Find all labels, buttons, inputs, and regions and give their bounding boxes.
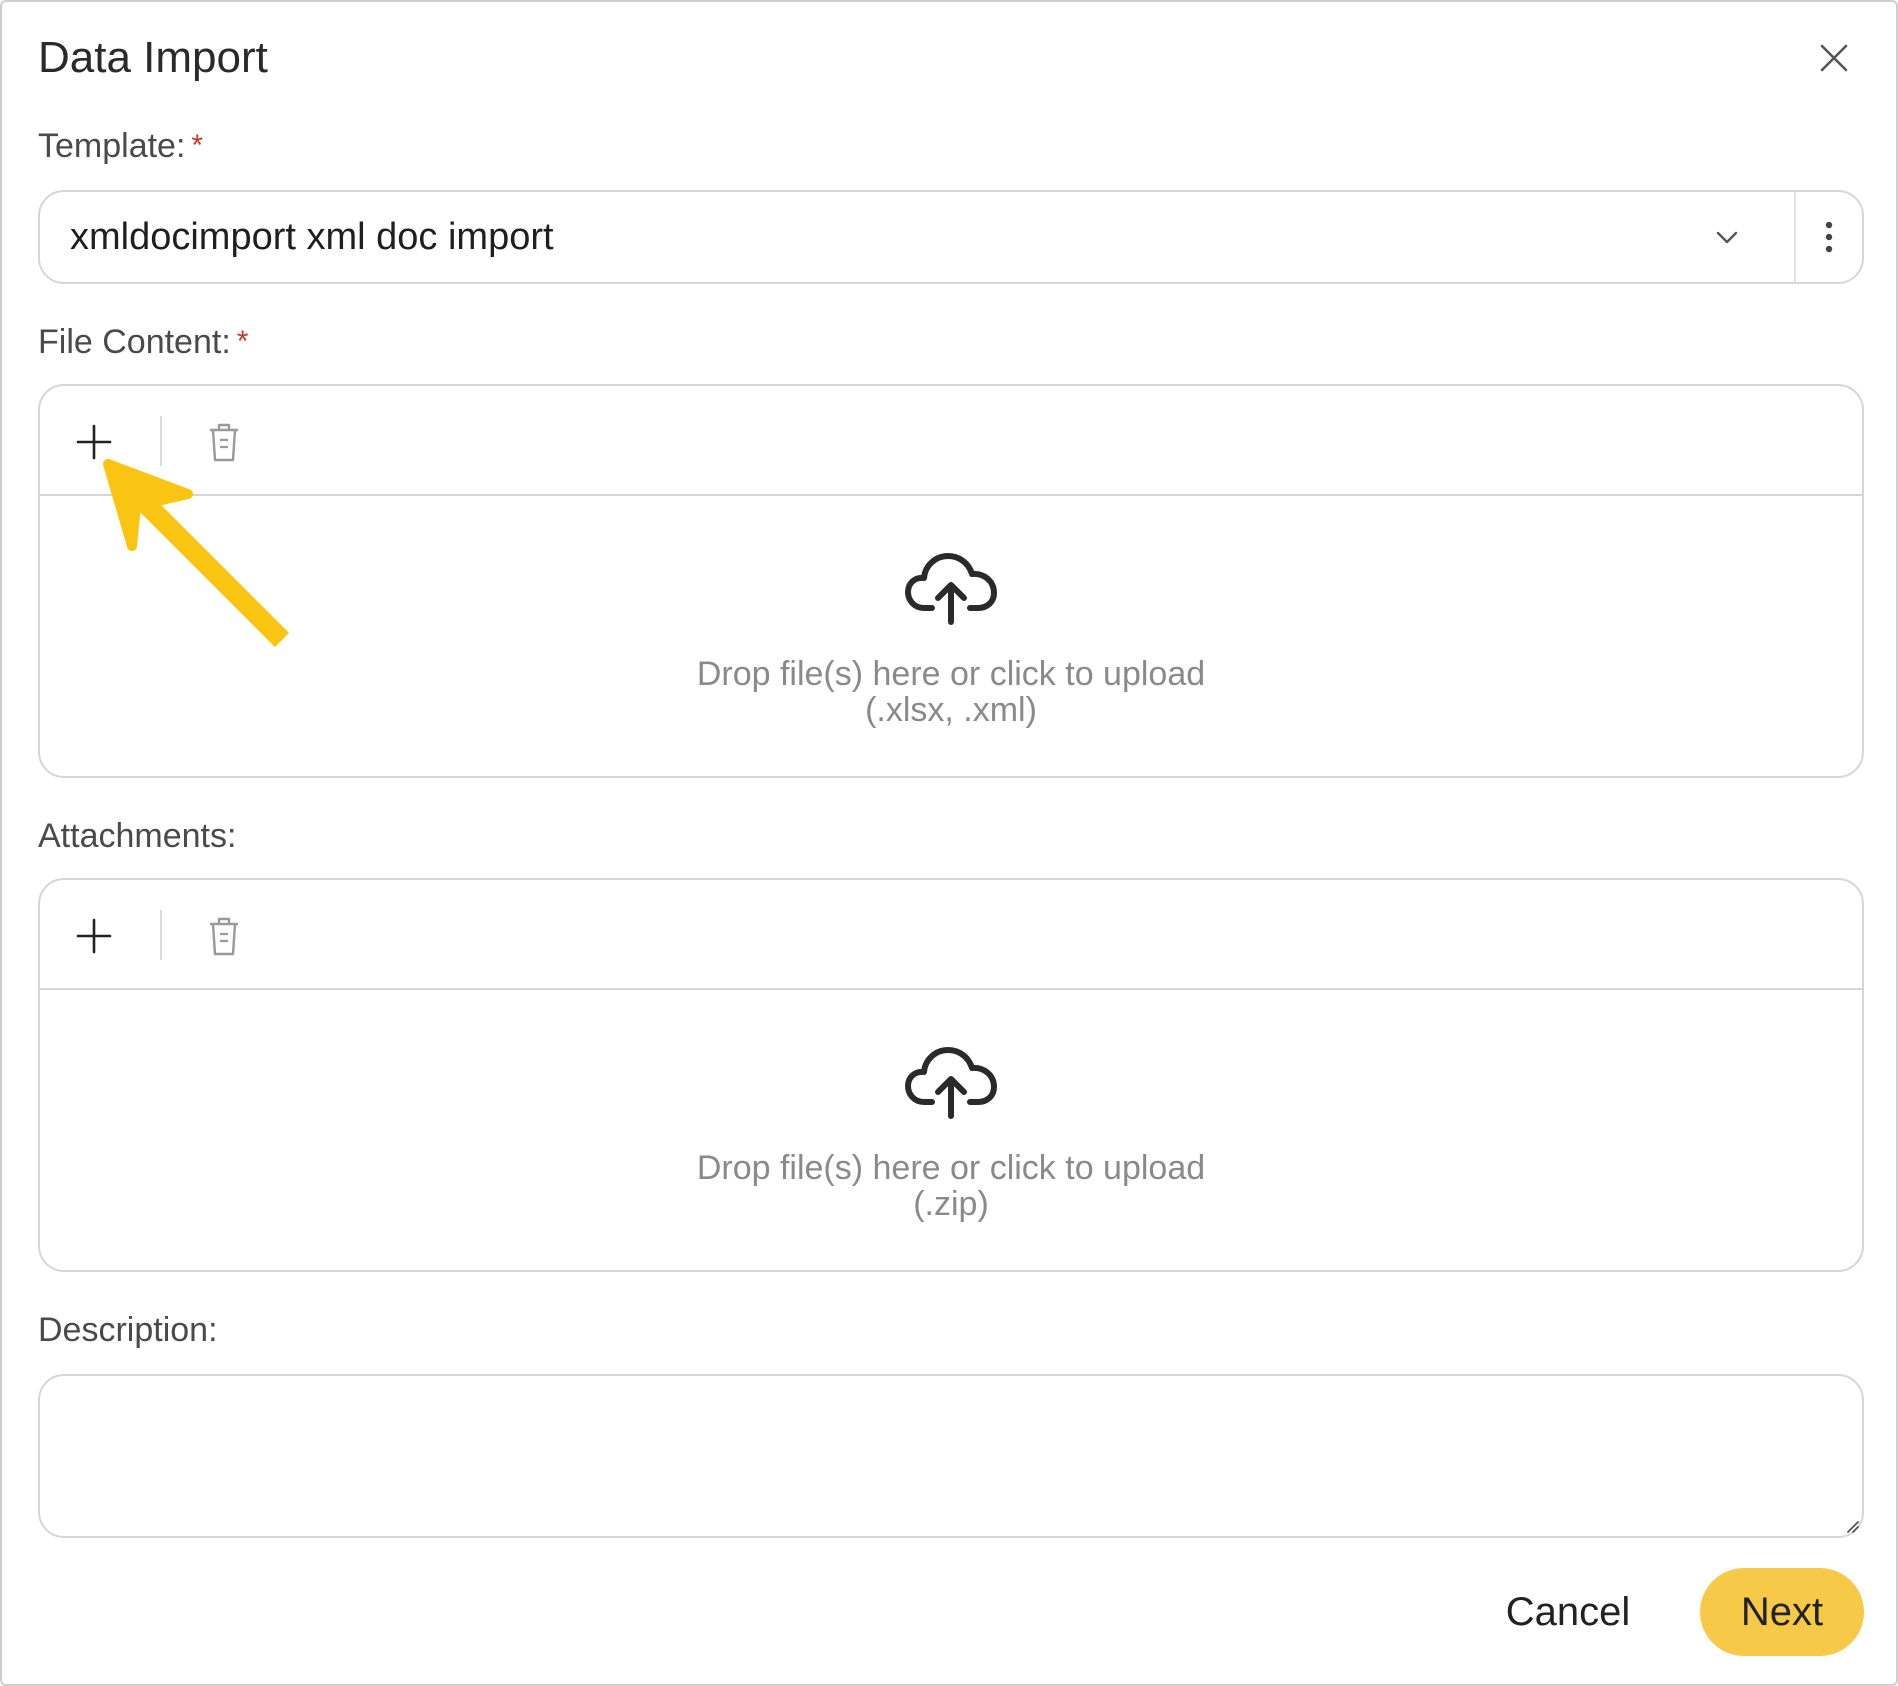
required-mark: * <box>236 325 249 358</box>
attachments-label: Attachments: <box>38 817 237 855</box>
file-content-upload: Drop file(s) here or click to upload (.x… <box>38 384 1864 778</box>
accepted-file-types: (.xlsx, .xml) <box>865 691 1037 729</box>
required-mark: * <box>191 129 204 162</box>
cloud-upload-icon <box>905 1047 997 1119</box>
file-content-label-text: File Content: <box>38 323 231 361</box>
description-label: Description: <box>38 1311 218 1349</box>
template-select-value: xmldocimport xml doc import <box>70 216 554 258</box>
more-vertical-icon[interactable] <box>1814 218 1844 256</box>
attachments-drop-zone[interactable]: Drop file(s) here or click to upload (.z… <box>40 992 1862 1272</box>
select-divider <box>1794 192 1796 282</box>
attachments-upload: Drop file(s) here or click to upload (.z… <box>38 878 1864 1272</box>
close-icon[interactable] <box>1814 38 1854 78</box>
drop-instruction: Drop file(s) here or click to upload <box>696 1149 1206 1187</box>
resize-handle-icon[interactable] <box>1842 1516 1860 1534</box>
template-label-text: Template: <box>38 127 186 165</box>
file-content-drop-zone[interactable]: Drop file(s) here or click to upload (.x… <box>40 498 1862 778</box>
upload-toolbar <box>40 386 1862 496</box>
toolbar-separator <box>160 910 162 960</box>
template-label: Template: * <box>38 124 203 168</box>
dialog-title: Data Import <box>38 33 268 82</box>
drop-instruction: Drop file(s) here or click to upload <box>696 655 1206 693</box>
trash-icon[interactable] <box>204 914 244 958</box>
plus-icon[interactable] <box>74 916 114 956</box>
file-content-label: File Content: * <box>38 320 248 364</box>
annotation-arrow-icon <box>103 459 290 648</box>
template-select[interactable]: xmldocimport xml doc import <box>38 190 1864 284</box>
upload-toolbar <box>40 880 1862 990</box>
cloud-upload-icon <box>905 553 997 625</box>
accepted-file-types: (.zip) <box>913 1185 989 1223</box>
chevron-down-icon[interactable] <box>1712 222 1742 252</box>
cancel-button[interactable]: Cancel <box>1488 1568 1648 1656</box>
data-import-dialog: Data Import Template: * xmldocimport xml … <box>0 0 1898 1686</box>
next-button[interactable]: Next <box>1700 1568 1864 1656</box>
description-textarea[interactable] <box>38 1374 1864 1538</box>
